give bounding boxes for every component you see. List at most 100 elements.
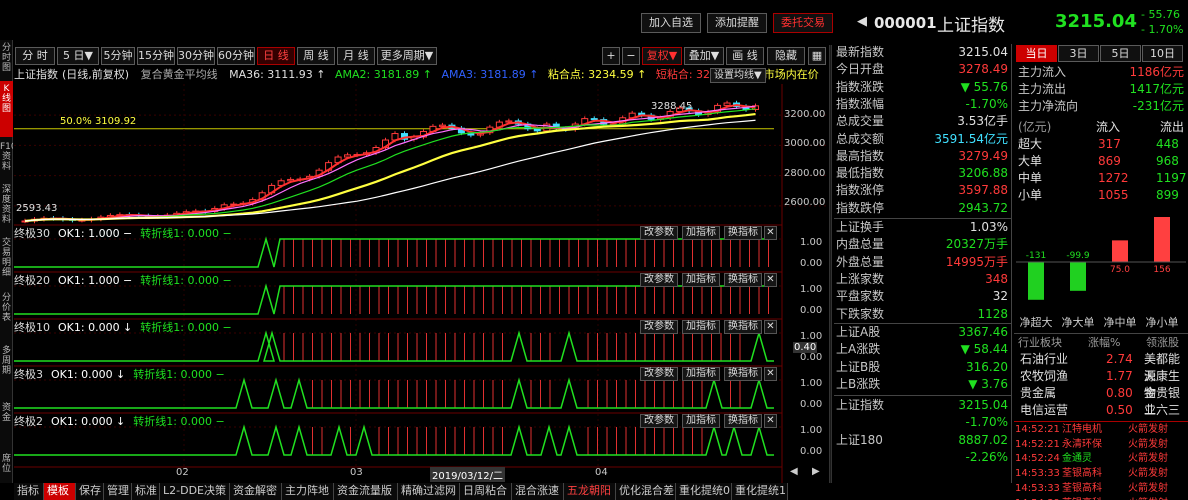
sub-button-1[interactable]: 加指标	[682, 367, 720, 381]
sector-row-1[interactable]: 农牧饲渔 1.77 天康生物	[1018, 368, 1186, 400]
period-tab-8[interactable]: 月 线	[337, 47, 375, 65]
fund-flow-row-2: 主力净流向 -231亿元	[1018, 98, 1186, 115]
quote4-row-0: 上证指数 3215.04	[836, 397, 1010, 414]
dropdown-arrow-icon[interactable]: ◀	[857, 14, 867, 29]
add-watchlist-button[interactable]: 加入自选	[641, 13, 701, 33]
scroll-left-icon[interactable]: ◀	[790, 466, 798, 477]
sub-button-2[interactable]: 换指标	[724, 273, 762, 287]
ff-tab-2[interactable]: 5日	[1100, 45, 1141, 62]
left-tab-8[interactable]: 席 位	[0, 451, 13, 483]
bottom-tab-6[interactable]: 资金解密	[230, 483, 282, 500]
close-panel-icon[interactable]: ✕	[764, 226, 777, 240]
tick-cell: 14:53:33	[1015, 468, 1060, 480]
tool-button-0[interactable]: +	[602, 47, 620, 65]
tool-button-1[interactable]: −	[622, 47, 640, 65]
bottom-tab-5[interactable]: L2-DDE决策	[160, 483, 230, 500]
tick-row-2[interactable]: 14:52:24 金通灵 火箭发射	[1012, 451, 1188, 466]
bottom-tab-1[interactable]: 模板	[44, 483, 76, 500]
tool-button-3[interactable]: 叠加▼	[684, 47, 724, 65]
left-tab-4[interactable]: 交 易 明 细	[0, 235, 13, 289]
panel-toggle-button[interactable]: ▦	[808, 47, 826, 65]
quote-label: 内盘总量	[836, 237, 885, 252]
set-ma-button[interactable]: 设置均线▼	[710, 68, 766, 83]
quote-label: 总成交额	[836, 131, 885, 146]
ok1-value: OK1: 1.000 −	[58, 274, 133, 287]
tick-row-4[interactable]: 14:53:33 荃银高科 火箭发射	[1012, 481, 1188, 496]
sub-button-0[interactable]: 改参数	[640, 226, 678, 240]
close-panel-icon[interactable]: ✕	[764, 367, 777, 381]
sub-button-1[interactable]: 加指标	[682, 414, 720, 428]
left-tab-6[interactable]: 多 周 期	[0, 343, 13, 399]
quote-value: 3.53亿手	[957, 114, 1008, 129]
sub-button-0[interactable]: 改参数	[640, 273, 678, 287]
sub-button-1[interactable]: 加指标	[682, 226, 720, 240]
sector-row-2[interactable]: 贵金属 0.80 金贵银业	[1018, 385, 1186, 417]
period-tab-2[interactable]: 5分钟	[101, 47, 135, 65]
sub-button-0[interactable]: 改参数	[640, 320, 678, 334]
high-label: 3288.45	[651, 101, 693, 112]
sub-button-2[interactable]: 换指标	[724, 320, 762, 334]
period-tab-4[interactable]: 30分钟	[177, 47, 215, 65]
left-tab-7[interactable]: 资 金	[0, 400, 13, 450]
tick-row-5[interactable]: 14:54:39荃银高科 火箭发射	[1012, 496, 1188, 500]
left-tab-1[interactable]: K 线 图	[0, 81, 13, 137]
fund-flow-row-1: 主力流出 1417亿元	[1018, 81, 1186, 98]
tool-button-2[interactable]: 复权▼	[642, 47, 682, 65]
bottom-tab-2[interactable]: 保存	[76, 483, 104, 500]
panel-divider[interactable]	[829, 45, 832, 483]
bottom-tab-10[interactable]: 日周粘合	[460, 483, 512, 500]
tick-row-3[interactable]: 14:53:33 荃银高科 火箭发射	[1012, 466, 1188, 481]
quote-label: 最高指数	[836, 148, 885, 163]
quote-value: 3215.04	[958, 45, 1008, 59]
bottom-tab-0[interactable]: 指标	[14, 483, 44, 500]
add-alert-button[interactable]: 添加提醒	[707, 13, 767, 33]
left-tab-0[interactable]: 分 时 图	[0, 40, 13, 80]
bottom-tab-4[interactable]: 标准	[132, 483, 160, 500]
left-tab-5[interactable]: 分 价 表	[0, 290, 13, 342]
sub-button-1[interactable]: 加指标	[682, 273, 720, 287]
scroll-right-icon[interactable]: ▶	[812, 466, 820, 477]
quote-row-0: 最新指数 3215.04	[836, 44, 1010, 61]
close-panel-icon[interactable]: ✕	[764, 414, 777, 428]
close-panel-icon[interactable]: ✕	[764, 320, 777, 334]
bottom-tab-7[interactable]: 主力阵地	[282, 483, 334, 500]
tool-button-5[interactable]: 隐藏	[767, 47, 805, 65]
sub-button-0[interactable]: 改参数	[640, 414, 678, 428]
close-panel-icon[interactable]: ✕	[764, 273, 777, 287]
period-tab-0[interactable]: 分 时	[15, 47, 55, 65]
tool-button-4[interactable]: 画 线	[726, 47, 764, 65]
bottom-tab-8[interactable]: 资金流量版	[334, 483, 398, 500]
bottom-tab-15[interactable]: 重化提统1	[732, 483, 788, 500]
bottom-tab-11[interactable]: 混合涨速	[512, 483, 564, 500]
ff-tab-1[interactable]: 3日	[1058, 45, 1099, 62]
left-tab-3[interactable]: 深 度 资 料	[0, 182, 13, 234]
left-tab-2[interactable]: F10 资 料	[0, 139, 13, 181]
sub-button-2[interactable]: 换指标	[724, 414, 762, 428]
period-tab-9[interactable]: 更多周期▼	[377, 47, 437, 65]
bottom-tab-3[interactable]: 管理	[104, 483, 132, 500]
sector-row-0[interactable]: 石油行业 2.74 美都能源	[1018, 351, 1186, 383]
period-tab-6[interactable]: 日 线	[257, 47, 295, 65]
period-tab-1[interactable]: 5 日▼	[57, 47, 99, 65]
period-tab-3[interactable]: 15分钟	[137, 47, 175, 65]
tick-row-1[interactable]: 14:52:21 永清环保 火箭发射	[1012, 437, 1188, 452]
bottom-tab-14[interactable]: 重化提统0	[676, 483, 732, 500]
ff-tab-3[interactable]: 10日	[1142, 45, 1183, 62]
sub-button-2[interactable]: 换指标	[724, 226, 762, 240]
trade-button[interactable]: 委托交易	[773, 13, 833, 33]
ff-tab-0[interactable]: 当日	[1016, 45, 1057, 62]
sub-button-0[interactable]: 改参数	[640, 367, 678, 381]
period-tab-5[interactable]: 60分钟	[217, 47, 255, 65]
bottom-tab-12[interactable]: 五龙朝阳	[564, 483, 616, 500]
bottom-tab-13[interactable]: 优化混合差	[616, 483, 676, 500]
ff-value: 1186亿元	[1129, 65, 1184, 79]
tick-row-0[interactable]: 14:52:21 江特电机 火箭发射	[1012, 422, 1188, 437]
quote3-row-0: 上证A股 3367.46	[836, 324, 1010, 341]
sub-button-1[interactable]: 加指标	[682, 320, 720, 334]
quote-value: 32	[992, 289, 1008, 304]
sub-button-2[interactable]: 换指标	[724, 367, 762, 381]
bottom-tab-9[interactable]: 精确过滤网	[398, 483, 460, 500]
stock-name: 上证指数	[937, 16, 1005, 36]
period-tab-7[interactable]: 周 线	[297, 47, 335, 65]
sector-row-3[interactable]: 电信运营 0.50 二六三	[1018, 402, 1186, 419]
